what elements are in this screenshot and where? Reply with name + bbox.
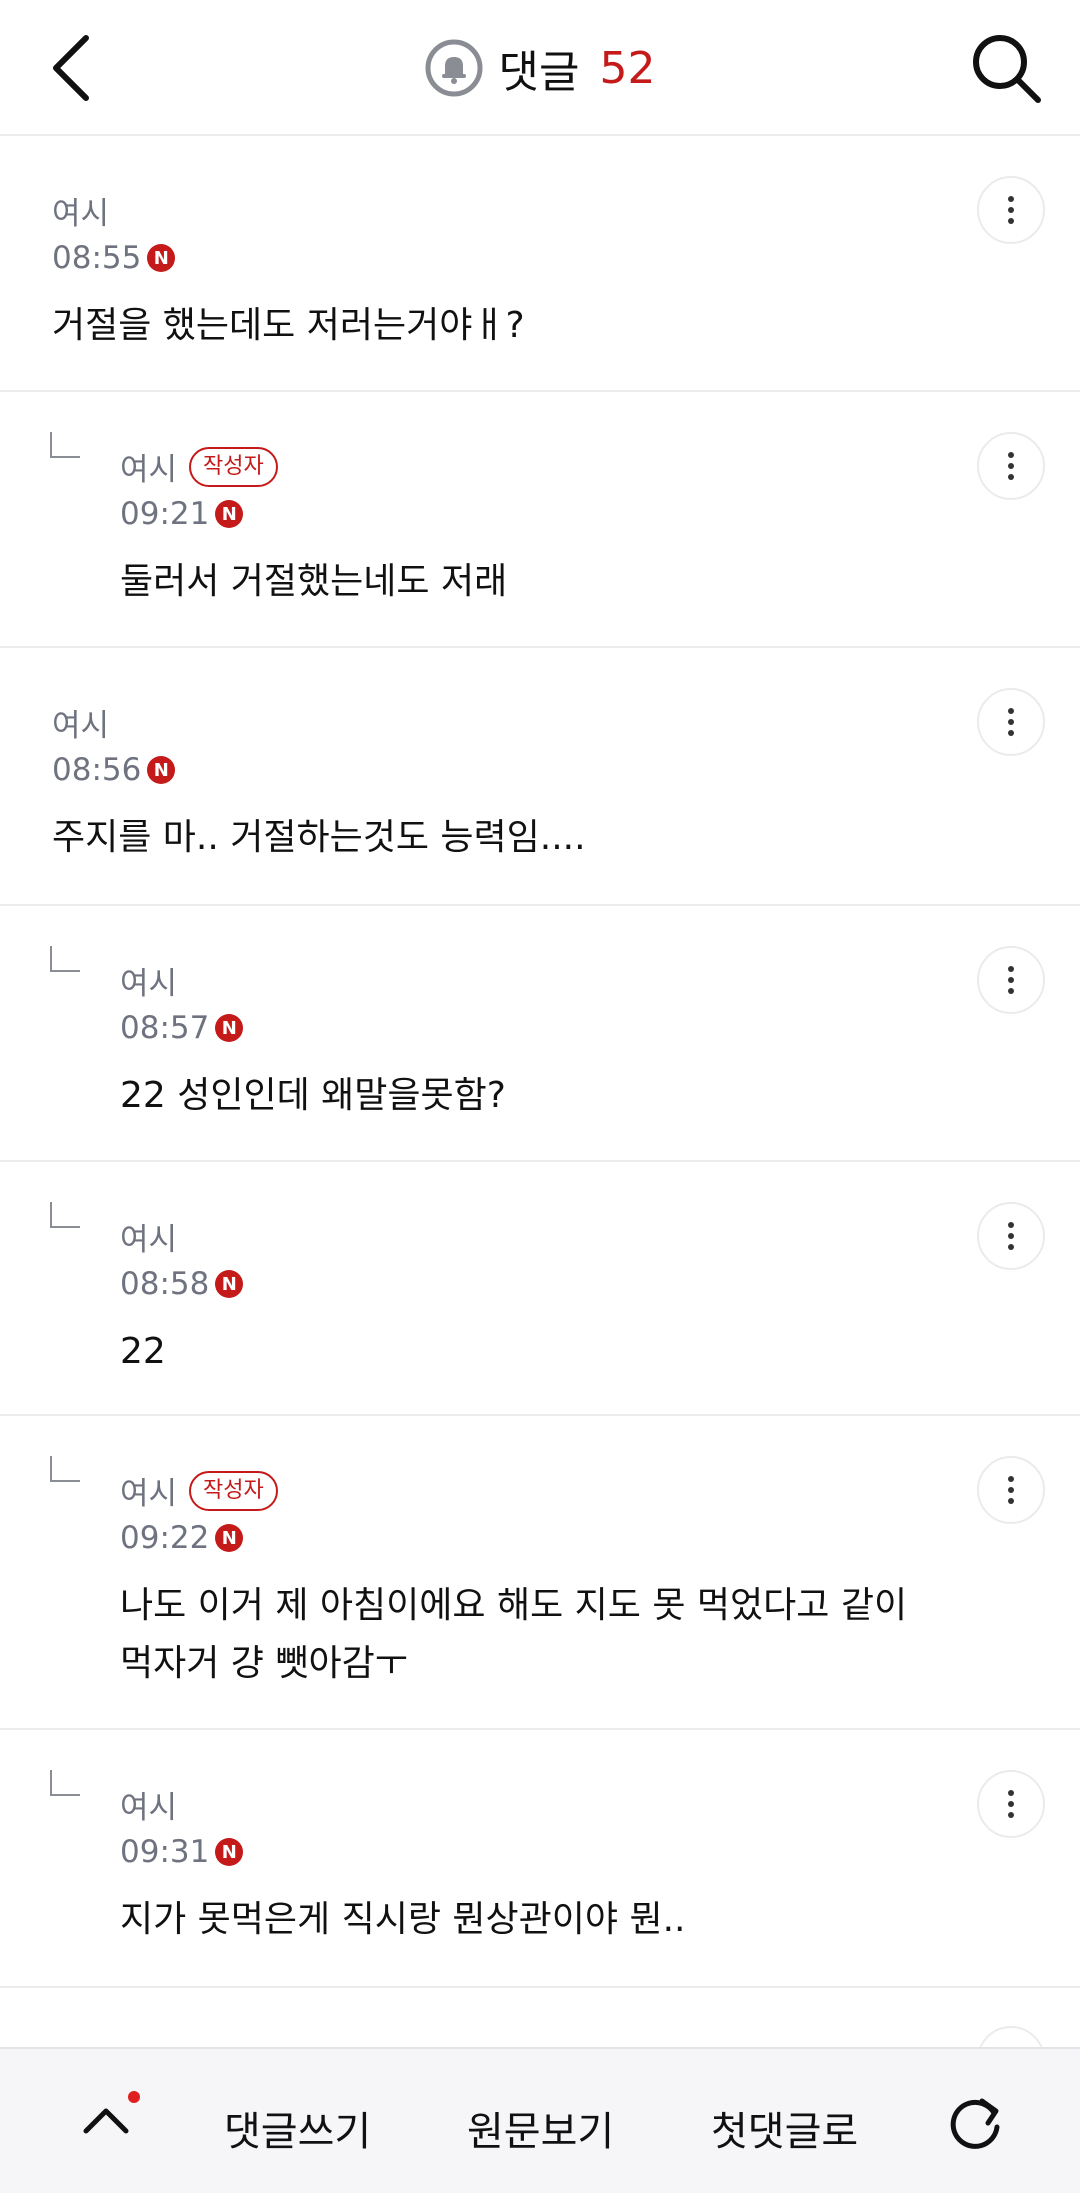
comment-author[interactable]: 여시	[120, 1214, 177, 1259]
reply-item: 여시 작성자 09:21 N 둘러서 거절했는네도 저래	[0, 394, 1080, 648]
reply-item: 여시 작성자 09:22 N 나도 이거 제 아침이에요 해도 지도 못 먹었다…	[0, 1418, 1080, 1730]
more-button[interactable]	[977, 1456, 1045, 1524]
refresh-button[interactable]	[944, 2091, 1006, 2153]
top-app-bar: 댓글 52	[0, 0, 1080, 136]
header-title-group: 댓글 52	[0, 36, 1080, 100]
chevron-up-icon	[83, 2108, 129, 2134]
comment-author[interactable]: 여시	[120, 1782, 177, 1827]
more-icon	[1008, 1222, 1014, 1228]
more-button[interactable]	[977, 176, 1045, 244]
new-badge: N	[147, 244, 176, 272]
write-comment-button[interactable]: 댓글쓰기	[224, 2099, 371, 2157]
more-button[interactable]	[977, 688, 1045, 756]
comment-time: 09:22	[120, 1520, 210, 1556]
comment-text: 둘러서 거절했는네도 저래	[120, 561, 508, 602]
more-icon	[1008, 196, 1014, 202]
more-button[interactable]	[977, 1770, 1045, 1838]
comment-time: 08:56	[52, 752, 142, 788]
new-badge: N	[215, 1014, 244, 1042]
first-comment-button[interactable]: 첫댓글로	[711, 2099, 858, 2157]
more-icon	[1008, 1476, 1014, 1482]
comment-time: 08:55	[52, 240, 142, 276]
comment-text-line-2: 먹자거 걍 뺏아감ㅜ	[120, 1643, 408, 1684]
comment-item: 여시 08:55 N 거절을 했는데도 저러는거야ㅐ?	[0, 138, 1080, 392]
reply-item: 여시 08:57 N 22 성인인데 왜말을못함?	[0, 908, 1080, 1162]
more-icon	[1008, 452, 1014, 458]
bottom-action-bar: 댓글쓰기 원문보기 첫댓글로	[0, 2047, 1080, 2193]
comment-item: 여시 08:56 N 주지를 마.. 거절하는것도 능력임....	[0, 650, 1080, 906]
comment-text-line-1: 나도 이거 제 아침이에요 해도 지도 못 먹었다고 같이	[120, 1585, 908, 1626]
reply-item: 여시 08:58 N 22	[0, 1164, 1080, 1416]
new-badge: N	[147, 756, 176, 784]
view-original-button[interactable]: 원문보기	[467, 2099, 614, 2157]
scroll-top-button[interactable]	[78, 2093, 134, 2149]
comment-text: 22 성인인데 왜말을못함?	[120, 1075, 506, 1116]
reply-indent-icon	[50, 432, 80, 458]
comment-author[interactable]: 여시	[52, 700, 109, 745]
comment-text: 지가 못먹은게 직시랑 뭔상관이야 뭔..	[120, 1899, 686, 1940]
reply-indent-icon	[50, 1456, 80, 1482]
writer-badge: 작성자	[189, 1470, 278, 1511]
comment-text: 주지를 마.. 거절하는것도 능력임....	[52, 817, 586, 858]
more-icon	[1008, 708, 1014, 714]
search-icon	[973, 35, 1041, 103]
search-button[interactable]	[968, 30, 1044, 106]
comment-time: 08:57	[120, 1010, 210, 1046]
new-badge: N	[215, 1524, 244, 1552]
more-button[interactable]	[977, 946, 1045, 1014]
comment-author[interactable]: 여시	[120, 1468, 177, 1513]
comment-author[interactable]: 여시	[52, 188, 109, 233]
more-button[interactable]	[977, 1202, 1045, 1270]
writer-badge: 작성자	[189, 446, 278, 487]
more-button[interactable]	[977, 432, 1045, 500]
reply-indent-icon	[50, 1202, 80, 1228]
comment-author[interactable]: 여시	[120, 444, 177, 489]
page-title: 댓글	[498, 47, 580, 98]
reply-indent-icon	[50, 1770, 80, 1796]
more-icon	[1008, 966, 1014, 972]
new-badge: N	[215, 500, 244, 528]
reply-item: 여시 09:31 N 지가 못먹은게 직시랑 뭔상관이야 뭔..	[0, 1732, 1080, 1988]
comment-text: 거절을 했는데도 저러는거야ㅐ?	[52, 305, 525, 346]
new-badge: N	[215, 1270, 244, 1298]
notification-dot	[128, 2091, 140, 2103]
new-badge: N	[215, 1838, 244, 1866]
comment-text: 22	[120, 1331, 166, 1372]
reply-indent-icon	[50, 946, 80, 972]
more-icon	[1008, 1790, 1014, 1796]
comment-time: 08:58	[120, 1266, 210, 1302]
comment-time: 09:21	[120, 496, 210, 532]
comment-time: 09:31	[120, 1834, 210, 1870]
bell-icon[interactable]	[425, 39, 483, 97]
refresh-icon	[950, 2098, 1000, 2149]
comment-author[interactable]: 여시	[120, 958, 177, 1003]
comment-count: 52	[599, 42, 656, 94]
